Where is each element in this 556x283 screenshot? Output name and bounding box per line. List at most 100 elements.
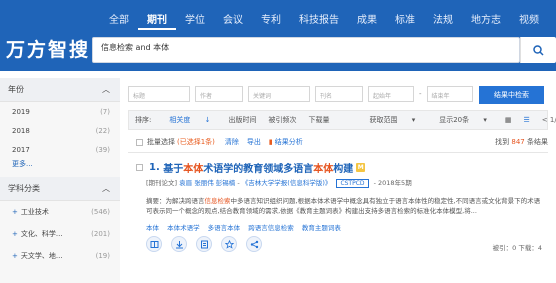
cite-icon[interactable]: [196, 236, 212, 252]
facet-more-link[interactable]: 更多...: [0, 159, 120, 173]
sort-toolbar: 排序: 相关度 ↓ 出版时间 被引频次 下载量 获取范围 ▾ 显示20条 ▾ ▦…: [128, 110, 556, 130]
filter-end-year-input[interactable]: 结束年: [426, 86, 473, 102]
plus-icon[interactable]: +: [12, 252, 18, 260]
analysis-button[interactable]: 结果分析: [275, 137, 303, 147]
found-count: 找到 847 条结果: [495, 137, 548, 147]
found-prefix: 找到: [495, 138, 510, 146]
facet-sidebar: 年份 ︿ 2019 (7) 2018 (22) 2017 (39) 更多... 学科分…: [0, 78, 120, 283]
facet-count: (546): [91, 208, 110, 216]
journal-link[interactable]: 《吉林大学学报(信息科学版)》: [242, 179, 332, 187]
filter-row: 标题 作者 关键词 刊名 起始年 - 结束年: [128, 86, 473, 102]
facet-count: (39): [95, 145, 110, 154]
chevron-down-icon: ▾: [411, 116, 416, 124]
favorite-icon[interactable]: [221, 236, 237, 252]
list-view-icon[interactable]: ☰: [518, 116, 536, 124]
chevron-up-icon[interactable]: ︿: [102, 183, 110, 194]
facet-label: 2017: [12, 145, 30, 154]
facet-subject-item[interactable]: + 天文学、地... (19): [0, 245, 120, 267]
keyword-list: 本体 本体术语学 多语言本体 跨语言信息检索 教育主题词表: [146, 222, 347, 232]
facet-label: 2018: [12, 126, 30, 135]
nav-tab[interactable]: 专利: [252, 8, 290, 30]
download-icon[interactable]: [171, 236, 187, 252]
nav-tab[interactable]: 标准: [386, 8, 424, 30]
nav-tab[interactable]: 会议: [214, 8, 252, 30]
facet-year-item[interactable]: 2019 (7): [0, 102, 120, 121]
top-header: 全部 期刊 学位 会议 专利 科技报告 成果 标准 法规 地方志 视频 万方智搜: [0, 0, 556, 71]
filter-journal-input[interactable]: 刊名: [315, 86, 363, 102]
keyword-link[interactable]: 跨语言信息检索: [248, 224, 294, 232]
result-checkbox[interactable]: [136, 164, 143, 171]
chevron-down-icon: ▾: [483, 116, 487, 124]
nav-tab[interactable]: 期刊: [138, 8, 176, 30]
facet-label: 2019: [12, 107, 30, 116]
nav-tab[interactable]: 全部: [100, 8, 138, 30]
sort-pubtime[interactable]: 出版时间: [222, 115, 262, 125]
nav-tab[interactable]: 科技报告: [290, 8, 348, 30]
search-box[interactable]: [92, 37, 520, 63]
facet-subject-item[interactable]: + 文化、科学... (201): [0, 223, 120, 245]
facet-year-item[interactable]: 2017 (39): [0, 140, 120, 159]
pagesize-label: 显示20条: [439, 116, 470, 124]
facet-year-item[interactable]: 2018 (22): [0, 121, 120, 140]
result-meta: [期刊论文] 袁眉 张丽伟 彭锡楠 - 《吉林大学学报(信息科学版)》 CSTP…: [146, 179, 412, 188]
keyword-link[interactable]: 本体术语学: [167, 224, 200, 232]
clear-button[interactable]: 清除: [225, 137, 239, 147]
facet-subject-title: 学科分类: [8, 184, 40, 193]
title-part: 术语学的教育领域多语言: [203, 164, 314, 175]
filter-keyword-input[interactable]: 关键词: [248, 86, 310, 102]
selected-count: (已选择1条): [177, 138, 215, 146]
keyword-link[interactable]: 多语言本体: [208, 224, 241, 232]
scope-dropdown[interactable]: 获取范围 ▾: [357, 115, 427, 125]
facet-year-header[interactable]: 年份 ︿: [0, 78, 120, 102]
grid-view-icon[interactable]: ▦: [499, 116, 518, 124]
title-part: 构建: [333, 164, 354, 175]
found-suffix: 条结果: [527, 138, 548, 146]
filter-start-year-input[interactable]: 起始年: [368, 86, 414, 102]
share-icon[interactable]: [246, 236, 262, 252]
result-index: 1.: [149, 162, 160, 173]
scope-label: 获取范围: [369, 116, 398, 124]
authors-link[interactable]: 袁眉 张丽伟 彭锡楠: [179, 179, 235, 187]
title-part: 基于: [163, 164, 184, 175]
pagesize-dropdown[interactable]: 显示20条 ▾: [427, 115, 499, 125]
keyword-link[interactable]: 本体: [146, 224, 159, 232]
keyword-link[interactable]: 教育主题词表: [302, 224, 341, 232]
title-highlight: 本体: [313, 164, 334, 175]
facet-subject-header[interactable]: 学科分类 ︿: [0, 177, 120, 201]
search-within-results-button[interactable]: 结果中检索: [479, 86, 544, 104]
nav-tab[interactable]: 成果: [348, 8, 386, 30]
bar-chart-icon[interactable]: ▮: [269, 138, 273, 146]
facet-count: (19): [95, 252, 110, 260]
nav-tab[interactable]: 视频: [510, 8, 548, 30]
facet-count: (7): [100, 107, 110, 116]
select-all-checkbox[interactable]: [136, 138, 143, 146]
result-abstract: 摘要：为解决跨语言信息检索中多语言知识组织问题,根据本体术语学中概念具有独立于语…: [146, 196, 542, 216]
search-button[interactable]: [520, 37, 556, 63]
facet-label: 天文学、地...: [20, 252, 63, 260]
sort-label: 排序:: [135, 116, 152, 124]
plus-icon[interactable]: +: [12, 208, 18, 216]
pager[interactable]: < 1/43 >: [536, 116, 556, 124]
nav-tab[interactable]: 地方志: [462, 8, 510, 30]
found-number: 847: [511, 138, 525, 146]
year-range-separator: -: [419, 90, 422, 98]
read-online-icon[interactable]: [146, 236, 162, 252]
nav-tab[interactable]: 学位: [176, 8, 214, 30]
resource-type-nav: 全部 期刊 学位 会议 专利 科技报告 成果 标准 法规 地方志 视频: [100, 8, 548, 30]
plus-icon[interactable]: +: [12, 230, 18, 238]
nav-tab[interactable]: 法规: [424, 8, 462, 30]
search-input[interactable]: [101, 43, 501, 52]
chevron-up-icon[interactable]: ︿: [102, 84, 110, 95]
sort-downloads[interactable]: 下载量: [302, 115, 335, 125]
export-button[interactable]: 导出: [247, 137, 261, 147]
title-highlight: 本体: [183, 164, 204, 175]
facet-count: (22): [95, 126, 110, 135]
doc-type: [期刊论文]: [146, 179, 178, 187]
facet-subject-item[interactable]: + 工业技术 (546): [0, 201, 120, 223]
sort-cited[interactable]: 被引频次: [262, 115, 302, 125]
sort-relevance[interactable]: 相关度 ↓: [157, 115, 222, 125]
filter-title-input[interactable]: 标题: [128, 86, 190, 102]
filter-author-input[interactable]: 作者: [195, 86, 243, 102]
facet-year-title: 年份: [8, 85, 24, 94]
result-title[interactable]: 1. 基于 本体 术语学的教育领域多语言 本体 构建 M: [132, 160, 366, 175]
